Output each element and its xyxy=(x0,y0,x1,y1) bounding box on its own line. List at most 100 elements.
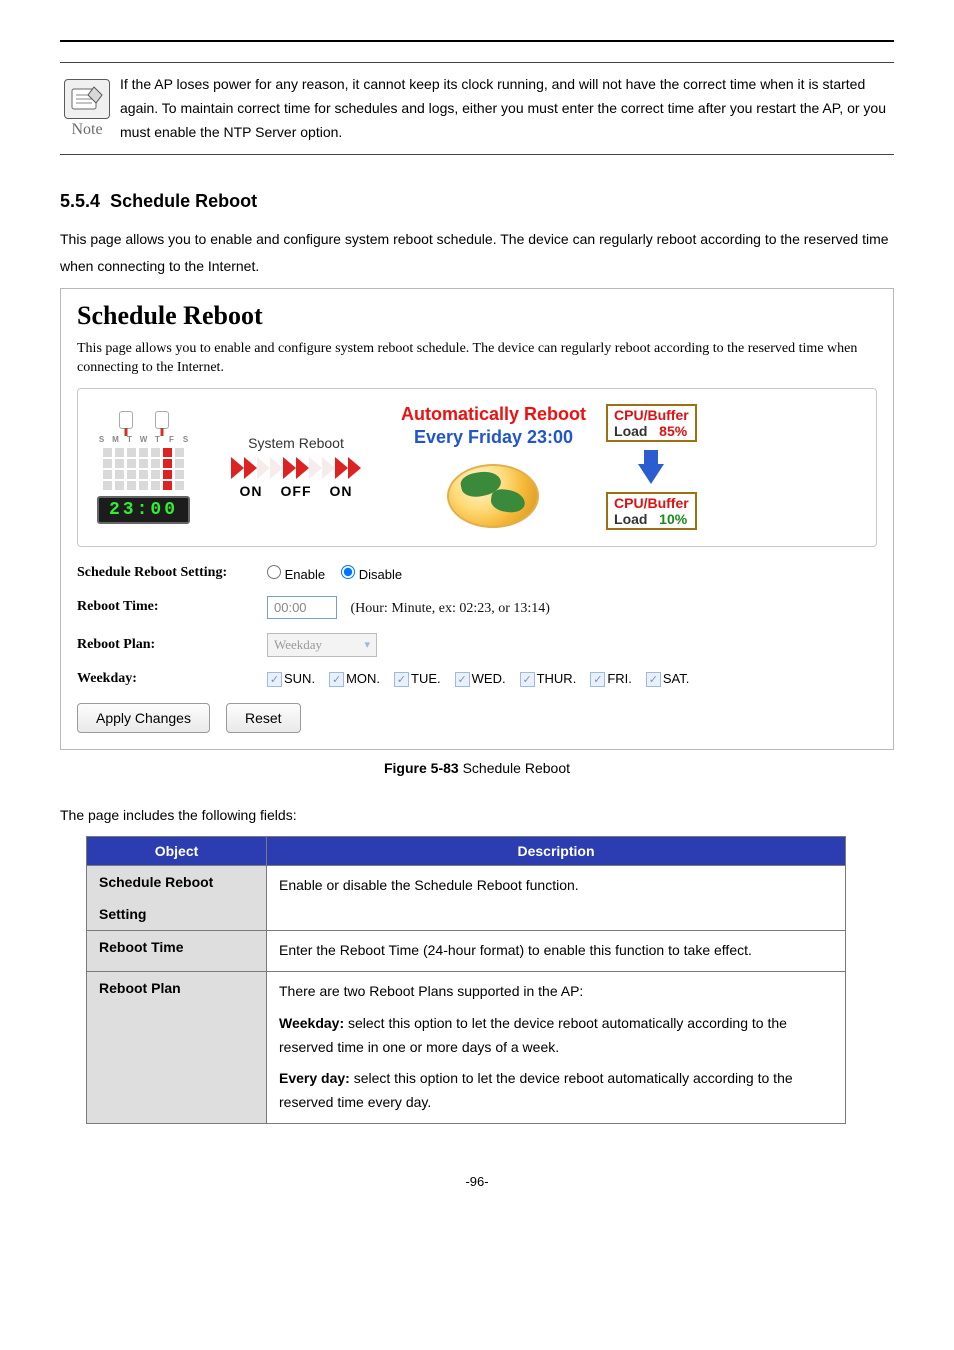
weekday-name: THUR. xyxy=(537,671,577,686)
table-row: Reboot Time Enter the Reboot Time (24-ho… xyxy=(87,931,846,972)
enable-radio[interactable]: Enable xyxy=(267,565,325,582)
cpu-buffer-label: CPU/Buffer xyxy=(614,407,689,423)
globe-icon xyxy=(439,456,549,532)
weekday-checkbox[interactable]: ✓MON. xyxy=(329,671,380,687)
reboot-plan-select[interactable]: Weekday ▾ xyxy=(267,633,377,657)
slider-knobs xyxy=(119,411,169,429)
panel-subtext: This page allows you to enable and confi… xyxy=(77,339,877,378)
weekday-checkbox[interactable]: ✓SAT. xyxy=(646,671,690,687)
on-label: ON xyxy=(240,483,263,499)
description-header: Description xyxy=(267,837,846,866)
slider-knob-icon xyxy=(119,411,133,429)
enable-radio-label: Enable xyxy=(285,567,325,582)
weekday-checkbox[interactable]: ✓SUN. xyxy=(267,671,315,687)
desc-text: There are two Reboot Plans supported in … xyxy=(279,980,833,1004)
top-rule xyxy=(60,40,894,42)
object-cell: Reboot Time xyxy=(87,931,267,972)
reboot-plan-label: Reboot Plan: xyxy=(77,637,267,653)
weekday-rest: select this option to let the device reb… xyxy=(279,1015,787,1055)
slider-knob-icon xyxy=(155,411,169,429)
reboot-time-label: Reboot Time: xyxy=(77,599,267,615)
object-header: Object xyxy=(87,837,267,866)
cpu-buffer-label: CPU/Buffer xyxy=(614,495,689,511)
fields-table: Object Description Schedule Reboot Setti… xyxy=(86,836,846,1124)
object-cell: Reboot Plan xyxy=(87,971,267,1123)
desc-text: Enable or disable the Schedule Reboot fu… xyxy=(279,874,833,898)
reset-button[interactable]: Reset xyxy=(226,703,301,733)
cpu-buffer-before: CPU/Buffer Load 85% xyxy=(606,404,697,442)
weekday-row-label: Weekday: xyxy=(77,671,267,687)
day-letter: S xyxy=(180,435,191,446)
auto-line2: Every Friday 23:00 xyxy=(414,427,573,447)
weekday-checkbox[interactable]: ✓FRI. xyxy=(590,671,632,687)
form-area: Schedule Reboot Setting: Enable Disable … xyxy=(77,565,877,687)
cpu-load-column: CPU/Buffer Load 85% CPU/Buffer Load 10% xyxy=(606,404,697,530)
day-letter: T xyxy=(124,435,135,446)
on-label: ON xyxy=(330,483,353,499)
load-label: Load xyxy=(614,423,647,439)
weekday-checkbox[interactable]: ✓WED. xyxy=(455,671,506,687)
auto-reboot-text: Automatically Reboot Every Friday 23:00 xyxy=(401,403,586,450)
desc-text: Weekday: select this option to let the d… xyxy=(279,1012,833,1060)
auto-reboot-column: Automatically Reboot Every Friday 23:00 xyxy=(401,403,586,532)
panel-title: Schedule Reboot xyxy=(77,301,877,331)
note-label: Note xyxy=(71,121,102,139)
load-pct: 85% xyxy=(659,423,687,439)
off-label: OFF xyxy=(281,483,312,499)
table-header-row: Object Description xyxy=(87,837,846,866)
diagram-box: S M T W T F S 23:00 System Reboot xyxy=(77,388,877,547)
section-title: Schedule Reboot xyxy=(110,191,257,211)
button-row: Apply Changes Reset xyxy=(77,703,877,733)
cpu-buffer-after: CPU/Buffer Load 10% xyxy=(606,492,697,530)
on-off-row: ON OFF ON xyxy=(240,483,353,499)
schedule-reboot-panel: Schedule Reboot This page allows you to … xyxy=(60,288,894,750)
includes-fields-text: The page includes the following fields: xyxy=(60,802,894,829)
chevron-down-icon: ▾ xyxy=(364,638,370,651)
reboot-plan-value: Weekday xyxy=(274,637,322,653)
reboot-time-input[interactable] xyxy=(267,596,337,619)
object-cell: Schedule Reboot Setting xyxy=(87,866,267,931)
clock-display: 23:00 xyxy=(97,496,190,524)
desc-text: Every day: select this option to let the… xyxy=(279,1067,833,1115)
disable-radio[interactable]: Disable xyxy=(341,565,402,582)
calendar-grid: S M T W T F S xyxy=(96,435,191,490)
disable-radio-label: Disable xyxy=(359,567,402,582)
figure-text: Schedule Reboot xyxy=(459,760,570,776)
notepad-icon xyxy=(64,79,110,119)
day-letter: S xyxy=(96,435,107,446)
reboot-time-hint: (Hour: Minute, ex: 02:23, or 13:14) xyxy=(351,601,550,616)
figure-caption: Figure 5-83 Schedule Reboot xyxy=(60,760,894,776)
down-arrow-icon xyxy=(638,450,664,484)
reboot-plan-row: Weekday ▾ xyxy=(267,633,877,657)
weekday-name: SAT. xyxy=(663,671,690,686)
schedule-setting-label: Schedule Reboot Setting: xyxy=(77,565,267,581)
page-number: -96- xyxy=(60,1174,894,1189)
table-row: Schedule Reboot Setting Enable or disabl… xyxy=(87,866,846,931)
note-text: If the AP loses power for any reason, it… xyxy=(120,69,894,148)
description-cell: Enable or disable the Schedule Reboot fu… xyxy=(267,866,846,931)
figure-number: Figure 5-83 xyxy=(384,760,459,776)
section-heading: 5.5.4 Schedule Reboot xyxy=(60,191,894,212)
chevron-arrows-icon xyxy=(231,457,361,479)
day-letter: T xyxy=(152,435,163,446)
section-number: 5.5.4 xyxy=(60,191,100,211)
reboot-time-row: (Hour: Minute, ex: 02:23, or 13:14) xyxy=(267,596,877,619)
everyday-rest: select this option to let the device reb… xyxy=(279,1070,793,1110)
load-pct: 10% xyxy=(659,511,687,527)
load-label: Load xyxy=(614,511,647,527)
object-line1: Schedule Reboot xyxy=(99,874,213,890)
weekday-name: SUN. xyxy=(284,671,315,686)
weekday-checkbox[interactable]: ✓THUR. xyxy=(520,671,577,687)
day-letter: W xyxy=(138,435,149,446)
weekday-checkbox[interactable]: ✓TUE. xyxy=(394,671,441,687)
object-line2: Setting xyxy=(99,906,146,922)
weekday-checkbox-row: ✓SUN. ✓MON. ✓TUE. ✓WED. ✓THUR. ✓FRI. ✓SA… xyxy=(267,671,877,687)
table-row: Reboot Plan There are two Reboot Plans s… xyxy=(87,971,846,1123)
note-block: Note If the AP loses power for any reaso… xyxy=(60,62,894,155)
apply-changes-button[interactable]: Apply Changes xyxy=(77,703,210,733)
weekday-name: WED. xyxy=(472,671,506,686)
system-reboot-column: System Reboot ON OFF ON xyxy=(211,435,381,499)
calendar-column: S M T W T F S 23:00 xyxy=(96,411,191,524)
intro-paragraph: This page allows you to enable and confi… xyxy=(60,226,894,279)
day-letter: F xyxy=(166,435,177,446)
